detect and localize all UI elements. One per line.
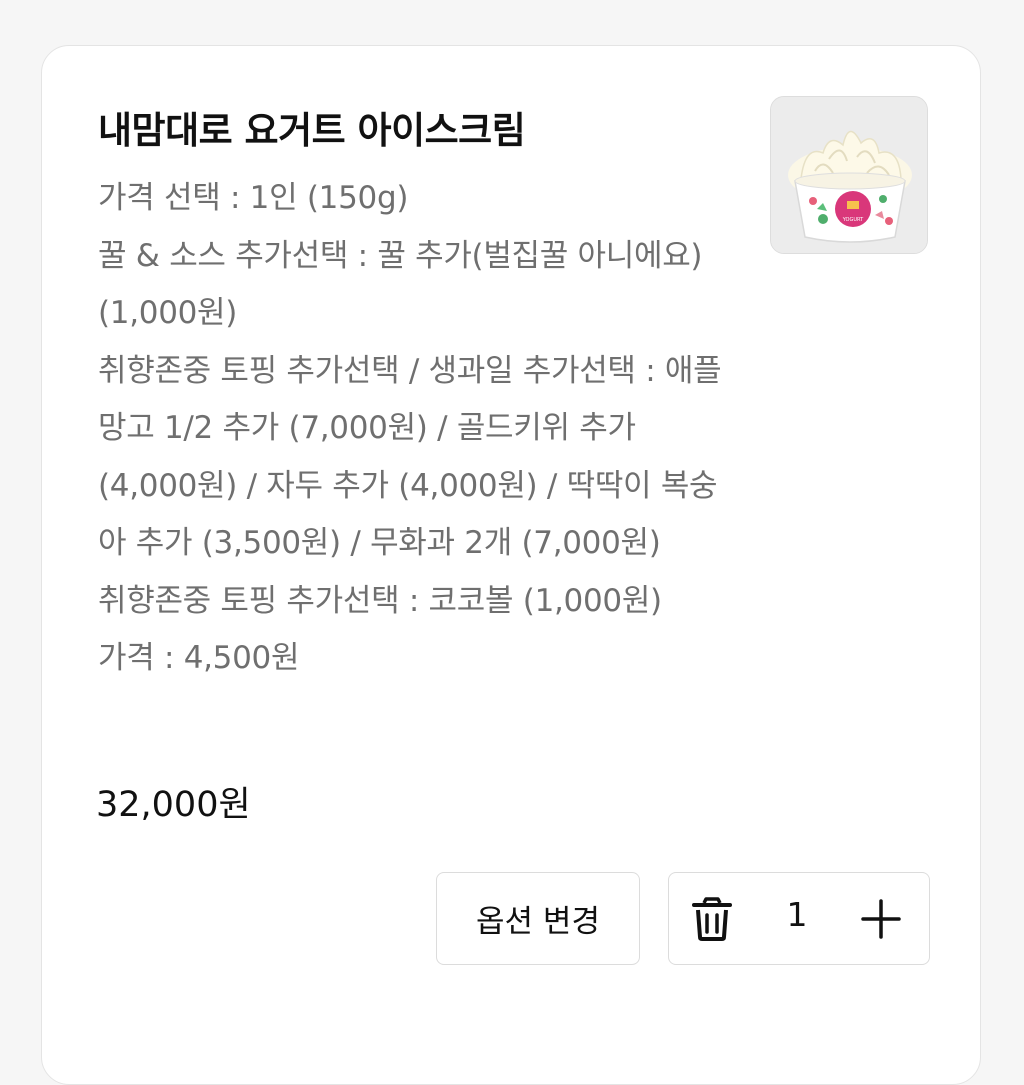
plus-icon[interactable] <box>861 899 901 939</box>
ice-cream-cup-illustration: YOGURT <box>771 97 927 253</box>
item-total-price: 32,000원 <box>96 785 251 825</box>
option-line: 가격 선택 : 1인 (150g) <box>98 180 409 216</box>
quantity-stepper: 1 <box>668 872 930 965</box>
item-title: 내맘대로 요거트 아이스크림 <box>98 109 526 152</box>
cart-item-card: 내맘대로 요거트 아이스크림 가격 선택 : 1인 (150g) 꿀 & 소스 … <box>41 45 981 1085</box>
trash-icon[interactable] <box>691 897 733 941</box>
svg-text:YOGURT: YOGURT <box>842 217 864 223</box>
option-line: 가격 : 4,500원 <box>98 640 300 676</box>
item-options: 가격 선택 : 1인 (150g) 꿀 & 소스 추가선택 : 꿀 추가(벌집꿀… <box>98 170 738 688</box>
option-line: 취향존중 토핑 추가선택 / 생과일 추가선택 : 애플망고 1/2 추가 (7… <box>98 352 722 562</box>
product-image[interactable]: YOGURT <box>770 96 928 254</box>
quantity-value: 1 <box>786 895 808 934</box>
option-line: 꿀 & 소스 추가선택 : 꿀 추가(벌집꿀 아니에요) (1,000원) <box>98 237 703 332</box>
option-line: 취향존중 토핑 추가선택 : 코코볼 (1,000원) <box>98 582 662 619</box>
change-option-button[interactable]: 옵션 변경 <box>436 872 640 965</box>
